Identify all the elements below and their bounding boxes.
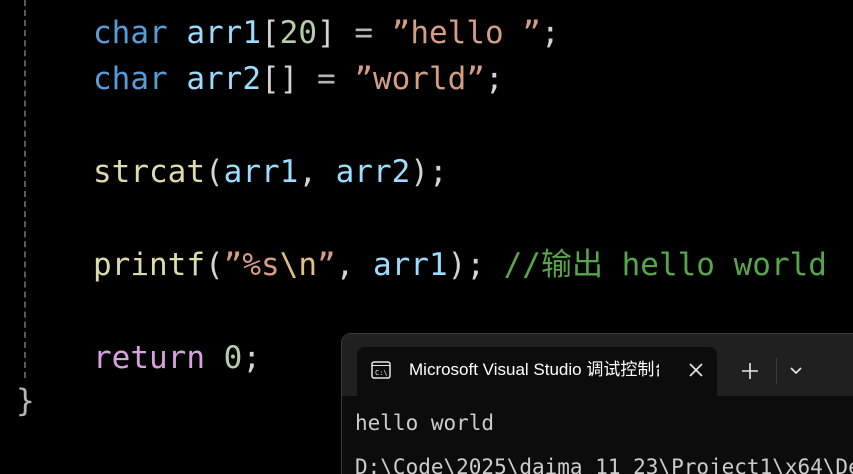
string-literal-world: ”world” — [354, 61, 485, 97]
keyword-char: char — [93, 15, 168, 51]
semicolon: ; — [242, 340, 261, 376]
console-app-icon: C:\ — [371, 361, 391, 379]
console-output-line: hello world — [355, 411, 495, 435]
titlebar-separator — [776, 358, 777, 384]
code-comment: //输出 hello world — [484, 247, 827, 283]
argument-arr2: arr2 — [335, 154, 411, 190]
comma: , — [298, 154, 336, 190]
assign-operator: = — [298, 61, 355, 97]
argument-arr1: arr1 — [223, 154, 299, 190]
semicolon: ; — [466, 247, 485, 283]
identifier-arr1: arr1 — [186, 15, 261, 51]
console-output-line: D:\Code\2025\daima_11_23\Project1\x64\De… — [355, 455, 853, 474]
format-string-start: ”%s — [223, 247, 280, 283]
semicolon: ; — [484, 61, 504, 97]
code-line-arr2-declaration[interactable]: char arr2[] = ”world”; — [93, 56, 504, 102]
brackets: [] — [260, 61, 299, 97]
paren-close: ) — [447, 247, 467, 283]
console-tab-title: Microsoft Visual Studio 调试控制台 — [409, 360, 659, 379]
escape-sequence: \n — [279, 247, 317, 283]
semicolon: ; — [540, 15, 560, 51]
chevron-down-icon[interactable] — [779, 354, 813, 388]
paren-close: ) — [410, 154, 429, 190]
format-string-end: ” — [316, 247, 336, 283]
code-line-arr1-declaration[interactable]: char arr1[20] = ”hello ”; — [93, 10, 560, 56]
identifier-arr2: arr2 — [186, 61, 261, 97]
code-line-return[interactable]: return 0; — [93, 335, 261, 381]
closing-brace: } — [16, 383, 35, 419]
indent-guide — [24, 0, 26, 378]
paren-open: ( — [204, 247, 224, 283]
paren-open: ( — [204, 154, 224, 190]
return-value: 0 — [223, 340, 243, 376]
plus-icon[interactable] — [733, 354, 767, 388]
comma: , — [335, 247, 373, 283]
svg-text:C:\: C:\ — [375, 369, 388, 377]
function-strcat: strcat — [93, 154, 205, 190]
code-line-strcat-call[interactable]: strcat(arr1, arr2); — [93, 149, 448, 195]
console-titlebar[interactable]: C:\ Microsoft Visual Studio 调试控制台 — [342, 334, 853, 396]
array-size: 20 — [279, 15, 317, 51]
assign-operator: = — [335, 15, 392, 51]
keyword-char: char — [93, 61, 168, 97]
bracket-open: [ — [260, 15, 280, 51]
keyword-return: return — [93, 340, 205, 376]
argument-arr1: arr1 — [372, 247, 448, 283]
bracket-close: ] — [316, 15, 336, 51]
console-window[interactable]: C:\ Microsoft Visual Studio 调试控制台 hello … — [341, 333, 853, 474]
code-line-printf-call[interactable]: printf(”%s\n”, arr1); //输出 hello world — [93, 242, 827, 288]
semicolon: ; — [428, 154, 448, 190]
function-printf: printf — [93, 247, 205, 283]
string-literal-hello: ”hello ” — [391, 15, 541, 51]
close-icon[interactable] — [687, 361, 705, 379]
console-tab[interactable]: C:\ Microsoft Visual Studio 调试控制台 — [357, 347, 717, 396]
console-output: hello world D:\Code\2025\daima_11_23\Proj… — [355, 401, 853, 474]
